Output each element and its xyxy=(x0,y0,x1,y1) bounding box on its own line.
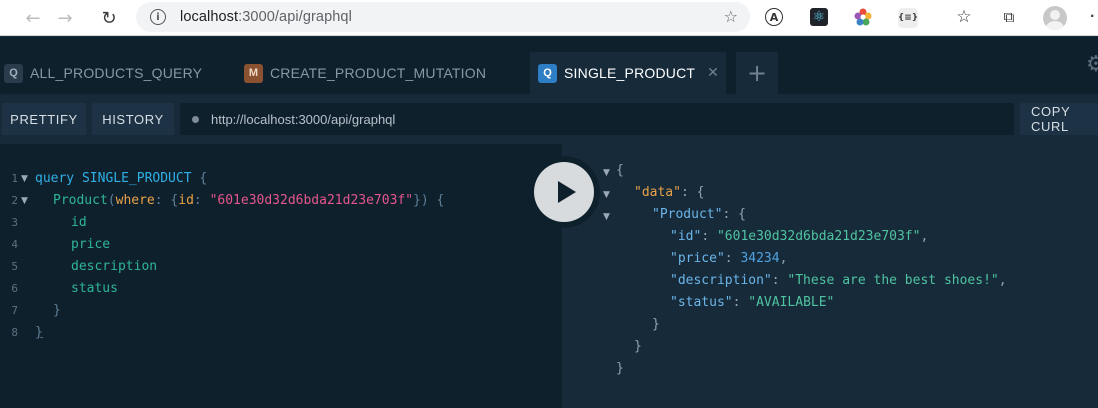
brace: { xyxy=(436,193,445,208)
fold-arrow-icon[interactable]: ▼ xyxy=(21,174,28,184)
address-bar-url[interactable]: localhost:3000/api/graphql xyxy=(180,9,352,25)
add-bookmark-icon[interactable]: ☆ xyxy=(724,7,738,26)
line-number: 5 xyxy=(11,260,18,273)
json-brace: } xyxy=(652,317,660,332)
line-number: 4 xyxy=(11,238,18,251)
history-button[interactable]: HISTORY xyxy=(92,103,174,135)
json-line: "description": "These are the best shoes… xyxy=(670,273,1007,288)
json-brace: { xyxy=(616,163,624,178)
fold-arrow-icon[interactable]: ▼ xyxy=(603,168,610,178)
json-value-status: "AVAILABLE" xyxy=(748,295,835,310)
reload-icon[interactable]: ↻ xyxy=(96,5,122,31)
tab-all-products-query[interactable]: Q ALL_PRODUCTS_QUERY xyxy=(0,52,232,94)
fold-arrow-icon[interactable]: ▼ xyxy=(21,196,28,206)
json-line: "id": "601e30d32d6bda21d23e703f", xyxy=(670,229,929,244)
brace: } xyxy=(53,303,61,318)
info-icon[interactable]: i xyxy=(150,9,166,25)
json-line: "status": "AVAILABLE" xyxy=(670,295,835,310)
field-description: description xyxy=(71,259,158,274)
keyword-query: query xyxy=(35,171,75,186)
field-status: status xyxy=(71,281,118,296)
json-line: "price": 34234, xyxy=(670,251,788,266)
paren: ( xyxy=(107,193,116,208)
endpoint-input[interactable]: http://localhost:3000/api/graphql xyxy=(180,103,1014,135)
status-dot-icon xyxy=(192,115,199,123)
arg-where: where xyxy=(115,193,155,208)
json-key-description: "description" xyxy=(670,273,772,288)
translate-extension-icon[interactable]: A xyxy=(765,8,783,26)
fold-arrow-icon[interactable]: ▼ xyxy=(603,190,610,200)
gear-icon[interactable]: ⚙ xyxy=(1086,52,1098,77)
browser-toolbar: ← → ↻ i localhost:3000/api/graphql ☆ A ⚛… xyxy=(0,0,1098,36)
result-viewer: ▼ ▼ ▼ { "data": { "Product": { "id": "60… xyxy=(562,144,1098,408)
execute-query-button[interactable] xyxy=(528,156,600,228)
code-line: query SINGLE_PRODUCT { xyxy=(35,168,207,190)
line-number: 3 xyxy=(11,216,18,229)
react-devtools-icon[interactable]: ⚛ xyxy=(810,8,828,26)
json-key-id: "id" xyxy=(670,229,702,244)
tab-create-product-mutation[interactable]: M CREATE_PRODUCT_MUTATION xyxy=(240,52,518,94)
query-editor[interactable]: 1 2 3 4 5 6 7 8 ▼ ▼ query SINGLE_PRODUCT… xyxy=(0,144,562,408)
more-icon[interactable]: · xyxy=(1090,8,1095,26)
fold-arrow-icon[interactable]: ▼ xyxy=(603,212,610,222)
json-brace: } xyxy=(634,339,642,354)
brace: } xyxy=(35,325,43,340)
arg-id: id xyxy=(178,193,194,208)
json-key-price: "price" xyxy=(670,251,725,266)
url-host: localhost xyxy=(180,9,239,25)
colon: : xyxy=(154,193,163,208)
json-value-id: "601e30d32d6bda21d23e703f" xyxy=(716,229,921,244)
json-line: "data": { xyxy=(634,185,705,200)
json-value-description: "These are the best shoes!" xyxy=(787,273,999,288)
mutation-badge: M xyxy=(244,63,263,83)
json-key-data: "data" xyxy=(634,185,681,200)
field-id: id xyxy=(71,215,87,230)
arg-id-value: "601e30d32d6bda21d23e703f" xyxy=(209,193,414,208)
json-line: "Product": { xyxy=(652,207,746,222)
field-product: Product xyxy=(53,193,108,208)
json-key-status: "status" xyxy=(670,295,733,310)
line-number: 8 xyxy=(11,326,18,339)
back-arrow-icon[interactable]: ← xyxy=(20,5,46,31)
json-brace: } xyxy=(616,361,624,376)
tab-label: CREATE_PRODUCT_MUTATION xyxy=(270,65,487,81)
json-value-price: 34234 xyxy=(740,251,780,266)
collections-icon[interactable]: ⧉ xyxy=(998,6,1020,28)
line-number: 2 xyxy=(11,194,18,207)
line-number: 7 xyxy=(11,304,18,317)
json-key-product: "Product" xyxy=(652,207,723,222)
profile-avatar[interactable] xyxy=(1043,6,1067,30)
forward-arrow-icon[interactable]: → xyxy=(52,5,78,31)
add-tab-icon[interactable]: + xyxy=(736,52,778,94)
query-badge: Q xyxy=(538,63,557,83)
code-line: Product(where: { id: "601e30d32d6bda21d23… xyxy=(53,190,444,212)
url-path: :3000/api/graphql xyxy=(238,9,352,25)
tab-single-product[interactable]: Q SINGLE_PRODUCT ✕ xyxy=(530,52,726,94)
operation-name: SINGLE_PRODUCT xyxy=(81,171,192,186)
address-bar[interactable]: i localhost:3000/api/graphql ☆ xyxy=(136,2,750,32)
play-triangle xyxy=(557,181,576,203)
json-extension-icon[interactable]: {≡} xyxy=(898,8,918,28)
editor-toolbar: PRETTIFY HISTORY http://localhost:3000/a… xyxy=(0,94,1098,144)
flower-extension-icon[interactable] xyxy=(854,8,872,26)
tab-label: SINGLE_PRODUCT xyxy=(564,65,696,81)
field-price: price xyxy=(71,237,111,252)
copy-curl-button[interactable]: COPY CURL xyxy=(1020,103,1098,135)
play-icon[interactable] xyxy=(534,162,594,222)
query-badge: Q xyxy=(4,63,23,83)
endpoint-url[interactable]: http://localhost:3000/api/graphql xyxy=(211,112,395,127)
line-number: 1 xyxy=(11,172,18,185)
playground-tab-bar: Q ALL_PRODUCTS_QUERY M CREATE_PRODUCT_MU… xyxy=(0,37,1098,94)
colon: : xyxy=(193,193,202,208)
brace: { xyxy=(199,171,208,186)
close-icon[interactable]: ✕ xyxy=(707,65,719,81)
favorites-icon[interactable]: ☆ xyxy=(953,6,975,28)
prettify-button[interactable]: PRETTIFY xyxy=(2,103,86,135)
tab-label: ALL_PRODUCTS_QUERY xyxy=(30,65,203,81)
line-number: 6 xyxy=(11,282,18,295)
paren: }) xyxy=(413,193,429,208)
